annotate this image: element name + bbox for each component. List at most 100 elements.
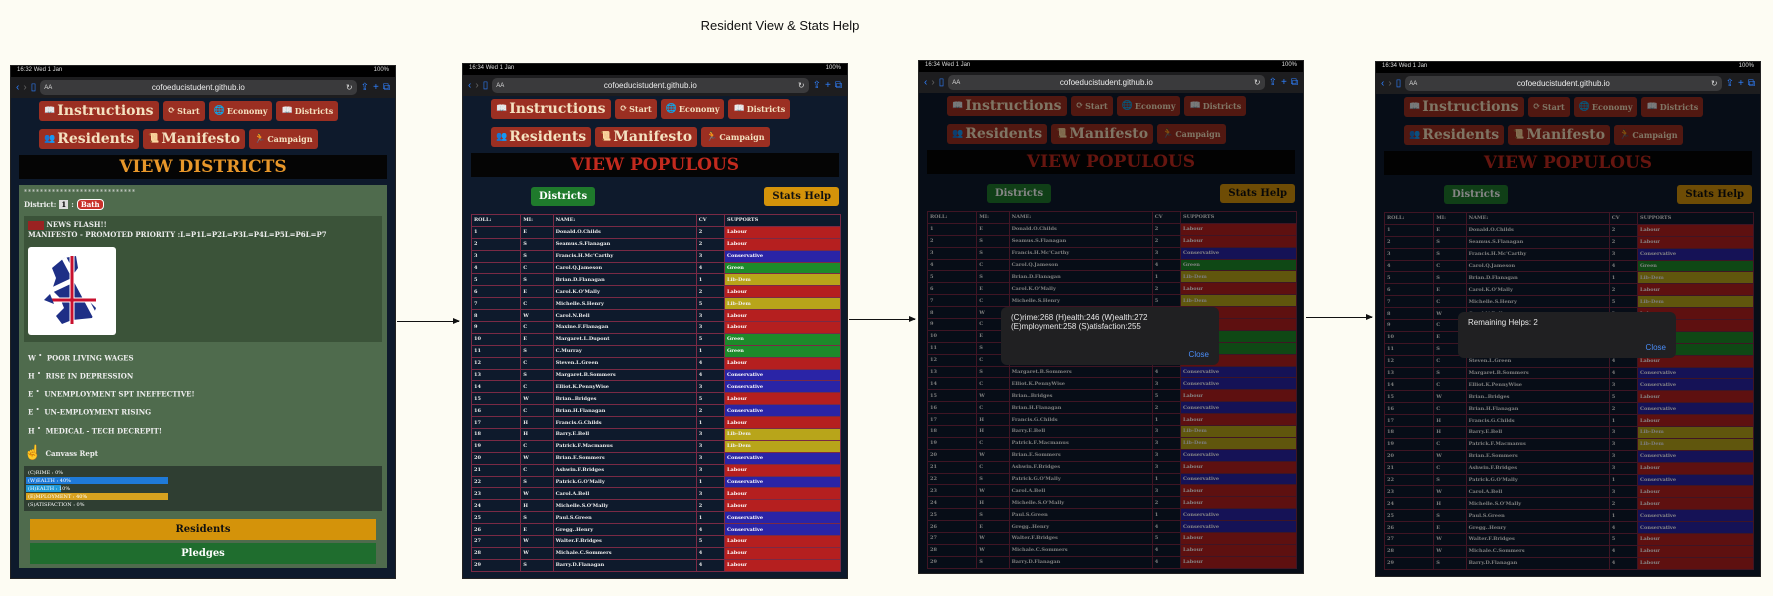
book-icon[interactable]: ▯ [939, 77, 945, 88]
table-cell: 1 [695, 511, 726, 525]
table-row[interactable]: 27 W Walter.F.Bridges 5 Labour [470, 535, 841, 548]
new-tab-icon[interactable]: + [825, 80, 831, 91]
table-row[interactable]: 4 C Carol.Q.Jameson 4 Green [470, 261, 841, 275]
back-icon[interactable]: ‹ [1381, 78, 1384, 89]
back-icon[interactable]: ‹ [924, 77, 927, 88]
table-row[interactable]: 20 W Brian.E.Sommers 3 Conservative [470, 451, 841, 465]
table-row[interactable]: 21 C Ashwin.F.Bridges 3 Labour [470, 463, 841, 477]
nav-manifesto-button[interactable]: 📜 Manifesto [143, 129, 246, 149]
forward-icon[interactable]: › [1388, 78, 1391, 89]
table-row[interactable]: 5 S Brian.D.Flanagan 1 Lib-Dem [470, 273, 841, 287]
share-icon[interactable]: ⇪ [1269, 77, 1277, 88]
nav-instructions-button[interactable]: 📖 Instructions [491, 99, 611, 119]
nav-residents-button[interactable]: 👥 Residents [491, 127, 592, 147]
table-row[interactable]: 12CSteven.L.Green4Labour [470, 356, 841, 370]
table-cell: S [520, 475, 554, 489]
address-bar[interactable]: AA cofoeducistudent.github.io ↻ [948, 75, 1265, 90]
back-icon[interactable]: ‹ [16, 82, 19, 93]
new-tab-icon[interactable]: + [1738, 78, 1744, 89]
forward-icon[interactable]: › [931, 77, 934, 88]
table-row[interactable]: 10EMargaret.L.Dupont5Green [470, 332, 841, 346]
close-button[interactable]: Close [1189, 350, 1209, 359]
table-row[interactable]: 22 S Patrick.G.O'Mally 1 Conservative [470, 475, 841, 489]
nav-manifesto-button[interactable]: 📜 Manifesto [595, 127, 698, 147]
nav-residents-icon: 👥 [496, 132, 508, 142]
table-cell: 2 [695, 285, 726, 299]
table-row[interactable]: 9CMaxine.F.Flanagan3Labour [470, 321, 841, 334]
back-icon[interactable]: ‹ [468, 80, 471, 91]
table-row[interactable]: 8WCarol.N.Bell3Labour [470, 309, 841, 323]
tabs-icon[interactable]: ⧉ [383, 82, 390, 93]
share-icon[interactable]: ⇪ [813, 80, 821, 91]
arrow-1 [397, 318, 460, 324]
new-tab-icon[interactable]: + [373, 82, 379, 93]
table-cell: W [520, 546, 554, 560]
table-cell: Carol.N.Bell [552, 309, 697, 323]
tabs-icon[interactable]: ⧉ [835, 80, 842, 91]
stats-line-2: (E)mployment:258 (S)atisfaction:255 [1011, 322, 1141, 331]
table-row[interactable]: 3 S Francis.H.Mc'Carthy 3 Conservative [470, 249, 841, 263]
table-row[interactable]: 19 C Patrick.F.Macmanus 3 Lib-Dem [470, 439, 841, 453]
table-cell: 21 [470, 463, 522, 477]
table-row[interactable]: 26 E Gregg..Henry 4 Conservative [470, 523, 841, 537]
table-cell: E [520, 523, 554, 537]
forward-icon[interactable]: › [475, 80, 478, 91]
table-row[interactable]: 28 W Michale.C.Sommers 4 Labour [470, 546, 841, 560]
table-cell: C [520, 261, 554, 275]
address-bar[interactable]: AA cofoeducistudent.github.io ↻ [1405, 76, 1722, 91]
new-tab-icon[interactable]: + [1281, 77, 1287, 88]
table-row[interactable]: 14 C Elliot.K.PennyWise 3 Conservative [470, 380, 841, 394]
table-row[interactable]: 13 S Margaret.B.Sommers 4 Conservative [470, 368, 841, 382]
table-row[interactable]: 11SC.Murray1Green [470, 344, 841, 358]
nav-menu: 📖 Instructions ⟳ Start 🌐 Economy 📖 Districts 👥 Re… [11, 98, 395, 149]
remaining-helps-text: Remaining Helps: 2 [1468, 318, 1538, 327]
address-bar[interactable]: AA cofoeducistudent.github.io ↻ [40, 80, 357, 95]
nav-districts-button[interactable]: 📖 Districts [276, 101, 339, 121]
book-icon[interactable]: ▯ [1396, 78, 1402, 89]
districts-button[interactable]: Districts [531, 187, 596, 206]
forward-icon[interactable]: › [23, 82, 26, 93]
pledges-button[interactable]: Pledges [30, 543, 376, 565]
table-row[interactable]: 25 S Paul.S.Green 1 Conservative [470, 511, 841, 525]
nav-economy-button[interactable]: 🌐 Economy [208, 101, 273, 121]
table-cell: 4 [695, 558, 726, 572]
table-row[interactable]: 16 C Brian.H.Flanagan 2 Conservative [470, 404, 841, 418]
district-select[interactable]: 1 [59, 200, 69, 209]
share-icon[interactable]: ⇪ [1726, 78, 1734, 89]
table-row[interactable]: 24 H Michelle.S.O'Mally 2 Labour [470, 499, 841, 513]
book-icon[interactable]: ▯ [483, 80, 489, 91]
table-cell: Brian.D.Flanagan [552, 273, 697, 287]
table-cell: Carol.A.Bell [552, 487, 697, 501]
table-row[interactable]: 15 W Brian..Bridges 5 Labour [470, 392, 841, 406]
nav-campaign-button[interactable]: 🏃 Campaign [701, 127, 770, 147]
nav-manifesto-icon: 📜 [600, 132, 612, 142]
table-row[interactable]: 7 C Michelle.S.Henry 5 Lib-Dem [470, 297, 841, 311]
share-icon[interactable]: ⇪ [361, 82, 369, 93]
nav-start-button[interactable]: ⟳ Start [162, 101, 205, 121]
nav-districts-button[interactable]: 📖 Districts [728, 99, 791, 119]
table-row[interactable]: 17 H Francis.G.Childs 1 Labour [470, 416, 841, 430]
tabs-icon[interactable]: ⧉ [1291, 77, 1298, 88]
residents-button[interactable]: Residents [30, 519, 376, 541]
table-row[interactable]: 18 H Barry.E.Bell 3 Lib-Dem [470, 428, 841, 441]
nav-campaign-button[interactable]: 🏃 Campaign [249, 129, 318, 149]
nav-start-button[interactable]: ⟳ Start [614, 99, 657, 119]
table-row[interactable]: 23 W Carol.A.Bell 3 Labour [470, 487, 841, 501]
book-icon[interactable]: ▯ [31, 82, 37, 93]
table-cell: Michelle.S.Henry [552, 297, 697, 311]
address-bar[interactable]: AA cofoeducistudent.github.io ↻ [492, 78, 809, 93]
table-row[interactable]: 6 E Carol.K.O'Mally 2 Labour [470, 285, 841, 299]
stats-help-button[interactable]: Stats Help [764, 187, 839, 206]
nav-instructions-button[interactable]: 📖 Instructions [39, 101, 159, 121]
table-row[interactable]: 1 E Donald.O.Childs 2 Labour [470, 225, 841, 239]
close-button[interactable]: Close [1646, 343, 1666, 352]
table-cell: Lib-Dem [724, 439, 841, 453]
tabs-icon[interactable]: ⧉ [1748, 78, 1755, 89]
table-row[interactable]: 2 S Seamus.S.Flanagan 2 Labour [470, 237, 841, 251]
table-cell: 1 [470, 225, 522, 239]
table-cell: E [520, 332, 554, 346]
nav-economy-button[interactable]: 🌐 Economy [660, 99, 725, 119]
table-row[interactable]: 29 S Barry.D.Flanagan 4 Labour [470, 558, 841, 572]
table-header: ROLL: [470, 214, 522, 227]
nav-residents-button[interactable]: 👥 Residents [39, 129, 140, 149]
